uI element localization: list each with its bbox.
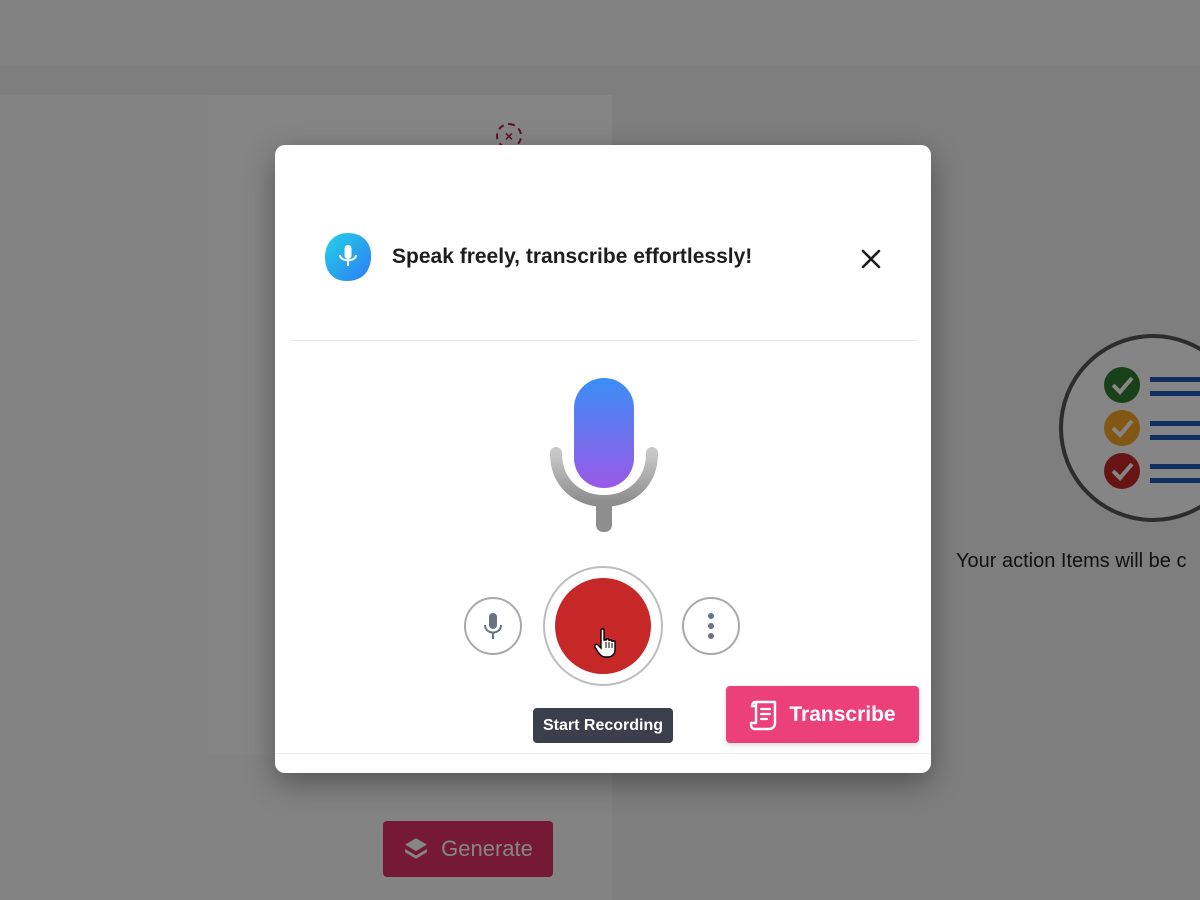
record-icon — [555, 578, 651, 674]
start-recording-button[interactable] — [543, 566, 663, 686]
microphone-logo-icon — [325, 233, 372, 281]
close-icon — [861, 249, 881, 269]
page: × Generate Your action Items will be c S… — [0, 0, 1200, 900]
microphone-icon — [550, 378, 658, 532]
more-options-button[interactable] — [682, 597, 740, 655]
hand-cursor-icon — [594, 628, 616, 658]
transcribe-button-label: Transcribe — [789, 702, 896, 726]
modal-title: Speak freely, transcribe effortlessly! — [392, 245, 753, 268]
microphone-icon — [484, 613, 502, 639]
start-recording-tooltip: Start Recording — [533, 708, 673, 743]
modal-close-button[interactable] — [855, 243, 887, 275]
transcribe-modal: Speak freely, transcribe effortlessly! S… — [275, 145, 931, 773]
microphone-toggle-button[interactable] — [464, 597, 522, 655]
document-icon — [750, 700, 777, 730]
modal-footer-divider — [275, 753, 931, 754]
transcribe-button[interactable]: Transcribe — [726, 686, 919, 743]
more-vertical-icon — [708, 613, 714, 639]
modal-header-divider — [290, 340, 918, 341]
